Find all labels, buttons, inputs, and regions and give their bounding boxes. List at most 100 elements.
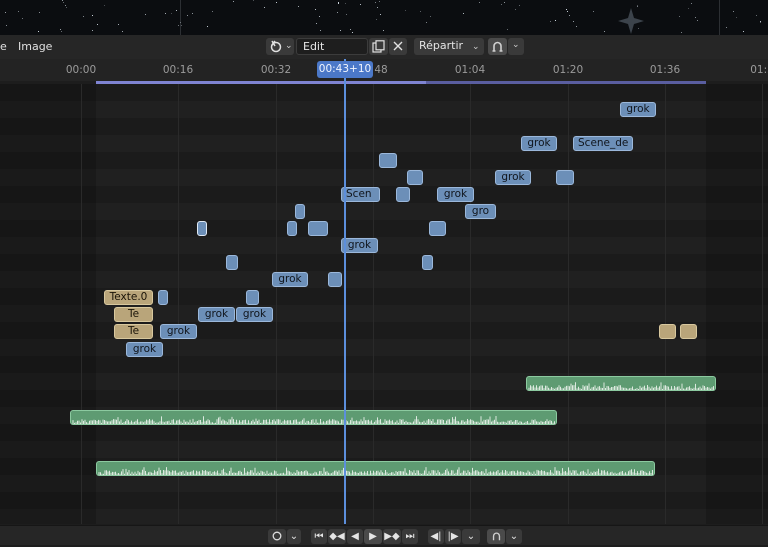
next-frame-button[interactable]: |▶	[445, 529, 461, 544]
image-strip-selected[interactable]	[197, 221, 207, 236]
channel-lane	[0, 271, 768, 288]
star-dot	[5, 12, 6, 13]
star-dot	[426, 22, 427, 23]
prev-keyframe-button[interactable]: ◆◀	[328, 529, 346, 544]
star-dot	[6, 25, 7, 26]
jump-start-button[interactable]: ⏮	[311, 529, 327, 544]
ruler-tick: 01:04	[454, 64, 486, 76]
star-dot	[65, 5, 66, 6]
tool-mode-field[interactable]: Edit	[296, 38, 368, 55]
image-strip[interactable]	[328, 272, 342, 287]
image-strip[interactable]: grok	[620, 102, 656, 117]
star-dot	[61, 31, 62, 32]
waveform	[72, 416, 555, 424]
text-strip[interactable]: Texte.0	[104, 290, 153, 305]
text-strip[interactable]: Te	[114, 324, 153, 339]
text-strip[interactable]	[659, 324, 676, 339]
image-strip[interactable]: grok	[341, 238, 378, 253]
overlap-mode-select[interactable]: Répartir ⌄	[414, 38, 484, 55]
image-strip[interactable]: grok	[236, 307, 273, 322]
copy-icon	[372, 40, 385, 53]
jump-start-icon: ⏮	[314, 531, 324, 542]
snap-options-button[interactable]: ⌄	[508, 38, 524, 55]
view-menu[interactable]: e	[0, 40, 7, 53]
sound-strip[interactable]	[526, 376, 716, 391]
image-strip[interactable]	[246, 290, 259, 305]
close-button[interactable]	[389, 38, 407, 55]
prev-frame-button[interactable]: ◀|	[428, 529, 444, 544]
image-strip[interactable]: grok	[126, 342, 163, 357]
star-dot	[736, 17, 737, 18]
image-strip[interactable]: Scen	[341, 187, 380, 202]
time-ruler[interactable]: 00:00 00:16 00:32 48 01:04 01:20 01:36 0…	[0, 59, 768, 81]
star-dot	[593, 11, 594, 12]
star-dot	[420, 11, 421, 12]
ruler-tick: 01:5	[750, 64, 768, 76]
text-strip[interactable]	[680, 324, 697, 339]
jump-end-button[interactable]: ⏭	[402, 529, 418, 544]
next-keyframe-button[interactable]: ▶◆	[383, 529, 401, 544]
keyframe-button[interactable]	[268, 529, 286, 544]
star-dot	[192, 13, 193, 14]
image-strip[interactable]	[396, 187, 410, 202]
star-dot	[345, 3, 346, 4]
image-strip[interactable]	[295, 204, 305, 219]
playback-snap-toggle[interactable]	[487, 529, 505, 544]
chevron-down-icon: ⌄	[289, 531, 299, 542]
sound-strip[interactable]	[70, 410, 557, 425]
image-strip[interactable]: grok	[198, 307, 235, 322]
star-dot	[352, 32, 353, 33]
image-strip[interactable]: Scene_de	[573, 136, 633, 151]
overlap-mode-button[interactable]: ⌄	[266, 38, 294, 55]
copy-button[interactable]	[369, 38, 388, 55]
star-dot	[638, 28, 639, 29]
star-dot	[350, 29, 351, 30]
channel-lane	[0, 254, 768, 271]
image-strip[interactable]	[308, 221, 328, 236]
chevron-down-icon: ⌄	[285, 41, 293, 51]
image-strip[interactable]: grok	[495, 170, 531, 185]
image-strip[interactable]	[556, 170, 574, 185]
text-strip[interactable]: Te	[114, 307, 153, 322]
star-dot	[504, 2, 505, 3]
image-strip[interactable]	[407, 170, 423, 185]
star-dot	[679, 16, 680, 17]
star-dot	[92, 30, 93, 31]
playback-snap-options[interactable]: ⌄	[506, 529, 522, 544]
channel-lane	[0, 169, 768, 186]
star-dot	[430, 16, 431, 17]
star-dot	[187, 15, 188, 16]
channel-lane	[0, 475, 768, 492]
star-dot	[550, 21, 551, 22]
star-dot	[567, 11, 568, 12]
play-button[interactable]: ▶	[364, 529, 382, 544]
star-dot	[320, 30, 321, 31]
playhead-frame-label[interactable]: 00:43+10	[317, 61, 373, 78]
image-strip[interactable]: grok	[160, 324, 197, 339]
keyframe-options[interactable]: ⌄	[287, 529, 301, 544]
image-strip[interactable]	[226, 255, 238, 270]
channel-lane	[0, 237, 768, 254]
image-strip[interactable]	[379, 153, 397, 168]
star-dot	[479, 2, 480, 3]
image-strip[interactable]: grok	[437, 187, 474, 202]
play-reverse-button[interactable]: ◀	[347, 529, 363, 544]
playhead-line[interactable]	[344, 59, 346, 524]
image-strip[interactable]	[429, 221, 446, 236]
star-dot	[22, 18, 23, 19]
frame-step-options[interactable]: ⌄	[462, 529, 480, 544]
star-dot	[376, 19, 377, 20]
image-menu[interactable]: Image	[18, 40, 52, 53]
image-strip[interactable]	[158, 290, 168, 305]
star-dot	[319, 16, 320, 17]
overlap-mode-icon	[270, 40, 282, 53]
image-strip[interactable]: gro	[465, 204, 496, 219]
star-dot	[118, 24, 119, 25]
image-strip[interactable]	[287, 221, 297, 236]
image-strip[interactable]: grok	[272, 272, 308, 287]
image-strip[interactable]	[422, 255, 433, 270]
sound-strip[interactable]	[96, 461, 655, 476]
star-dot	[60, 29, 61, 30]
snap-toggle[interactable]	[488, 38, 507, 55]
image-strip[interactable]: grok	[521, 136, 557, 151]
